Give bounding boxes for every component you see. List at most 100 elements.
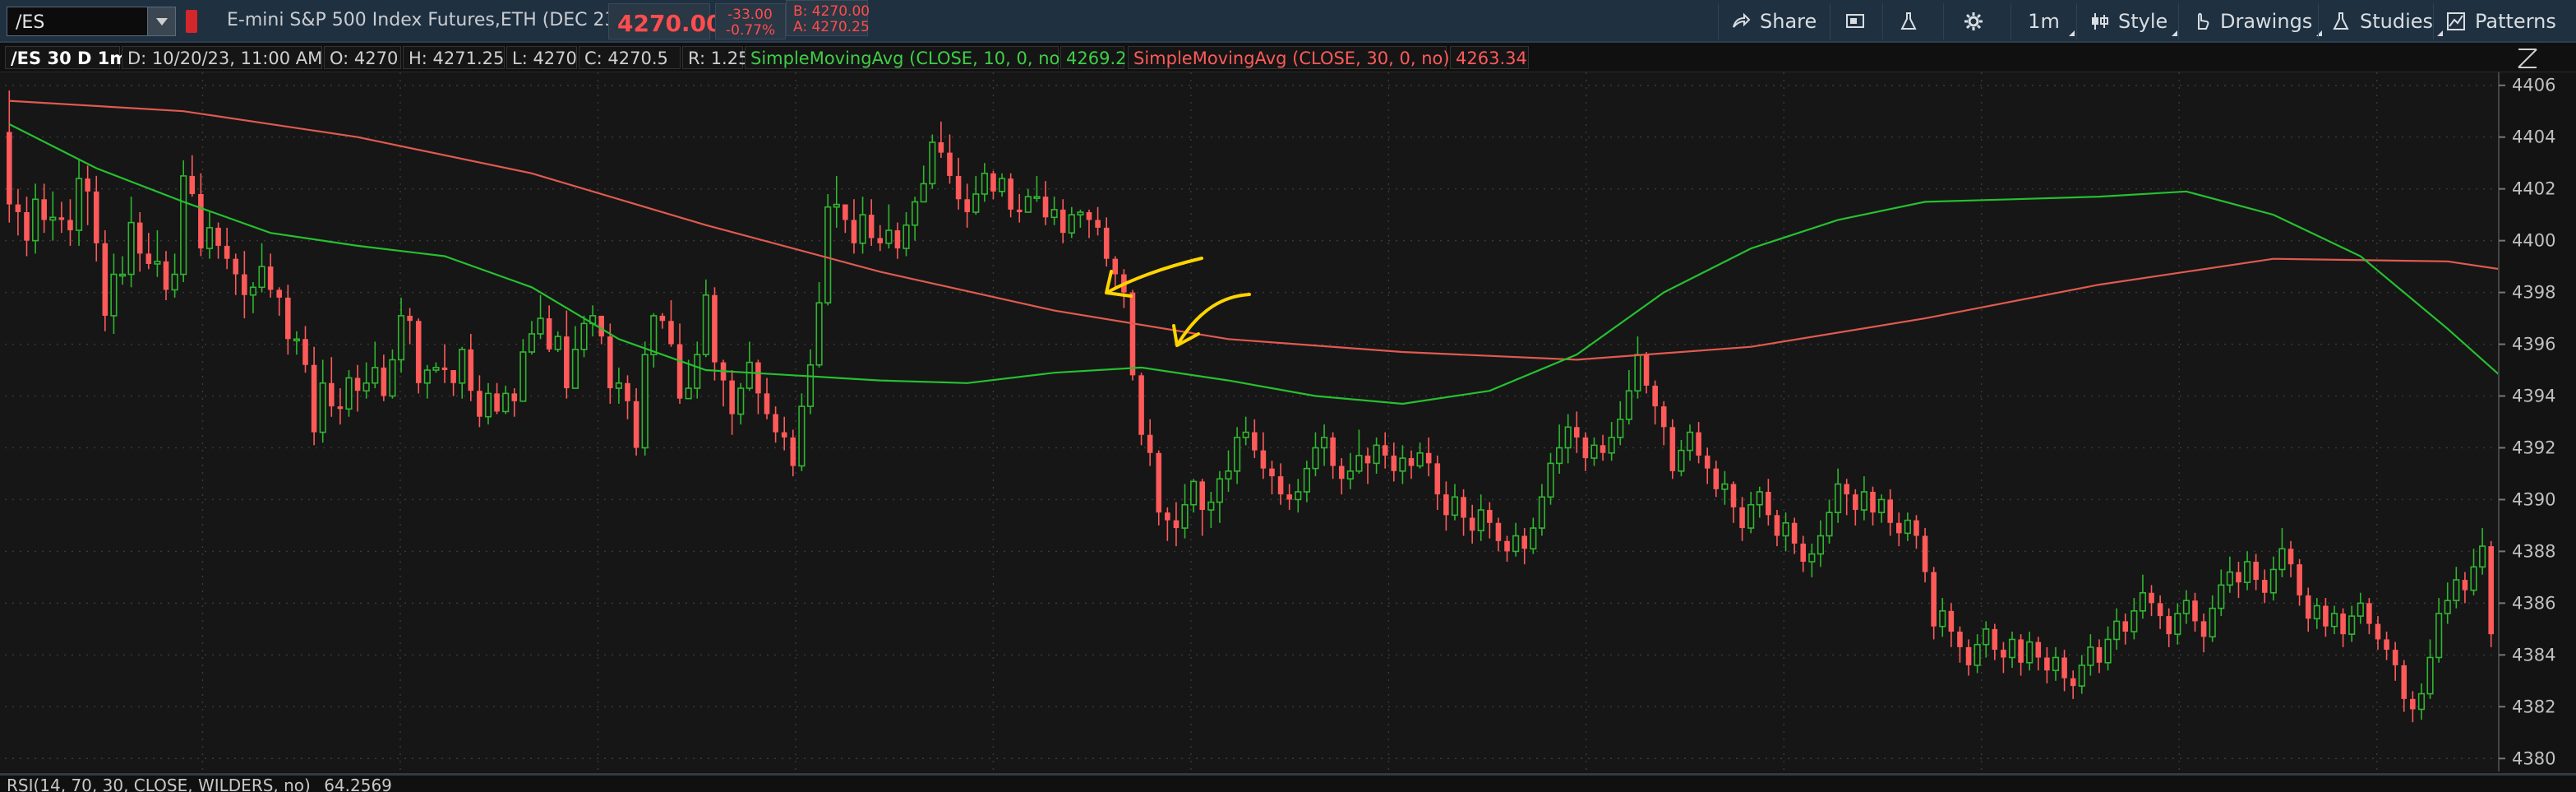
candle-body <box>1242 431 1249 438</box>
candle-body <box>502 392 510 413</box>
share-label: Share <box>1760 10 1817 33</box>
candle-body <box>145 253 152 264</box>
candle-body <box>1165 512 1170 521</box>
candle-body <box>625 382 630 401</box>
candle-body <box>798 405 806 467</box>
candle-body <box>1260 450 1267 469</box>
patterns-label: Patterns <box>2475 10 2556 33</box>
candle-body <box>1181 503 1189 529</box>
candle-body <box>477 391 482 417</box>
bar-high: H: 4271.25 <box>403 46 505 69</box>
candle-body <box>441 367 448 371</box>
candle-body <box>1538 496 1545 529</box>
flag-button[interactable] <box>1830 3 1879 39</box>
candle <box>1129 289 1136 381</box>
candle-body <box>607 336 613 389</box>
candle-body <box>93 191 99 243</box>
rsi-study-label[interactable]: RSI(14, 70, 30, CLOSE, WILDERS, no) 64.2… <box>7 776 392 792</box>
candle-body <box>1095 220 1101 228</box>
candle-body <box>2061 657 2067 679</box>
candle-body <box>2078 665 2085 687</box>
candle-body <box>450 370 456 383</box>
candle-body <box>233 258 239 275</box>
candle-body <box>1791 522 1798 544</box>
price-chart[interactable]: 4406 4404 4402 4400 4398 4396 4394 4392 4390 4388… <box>0 72 2576 771</box>
chart-symbol-timeframe[interactable]: /ES 30 D 1m <box>5 46 127 69</box>
sma10-study-label[interactable]: SimpleMovingAvg (CLOSE, 10, 0, no) <box>745 46 1067 69</box>
candle-body <box>2035 641 2042 658</box>
candle-body <box>2278 548 2286 571</box>
candle-body <box>650 315 658 355</box>
candle-body <box>1138 375 1144 435</box>
candle-body <box>598 315 605 337</box>
candle-body <box>110 273 118 317</box>
sma30-study-label[interactable]: SimpleMovingAvg (CLOSE, 30, 0, no) <box>1128 46 1450 69</box>
candle-body <box>773 414 778 433</box>
candle-body <box>459 349 466 384</box>
bar-open: O: 4270 <box>324 46 401 69</box>
symbol-input[interactable]: /ES <box>7 7 176 36</box>
candle-body <box>571 349 579 389</box>
candle-body <box>2200 621 2207 637</box>
y-tick-label: 4400 <box>2512 231 2555 251</box>
drawings-label: Drawings <box>2220 10 2313 33</box>
candle-body <box>1504 540 1510 552</box>
candle-body <box>746 361 753 389</box>
candle-body <box>1216 478 1224 503</box>
style-label: Style <box>2118 10 2168 33</box>
bid-ask-box: B: 4270.00 A: 4270.25 <box>786 0 870 36</box>
candle-body <box>432 367 440 371</box>
candle-body <box>2122 621 2129 632</box>
candle-body <box>267 266 274 290</box>
candle-body <box>1808 553 1816 563</box>
aggregation-button[interactable]: 1m <box>2010 3 2076 39</box>
candle-body <box>712 294 718 363</box>
candle-body <box>423 369 431 384</box>
price-axis-background <box>2499 72 2576 771</box>
studies-button[interactable]: Studies <box>2318 3 2444 39</box>
candle-body <box>1895 522 1902 534</box>
studies-label: Studies <box>2360 10 2434 33</box>
candle-body <box>615 382 622 389</box>
candle-body <box>1931 572 1937 627</box>
y-tick-label: 4392 <box>2512 438 2555 457</box>
candle-body <box>381 367 387 396</box>
candle-body <box>2209 607 2216 638</box>
candle-body <box>554 336 561 350</box>
style-button[interactable]: Style <box>2076 3 2179 39</box>
candle-body <box>2026 641 2034 664</box>
drawings-button[interactable]: Drawings <box>2178 3 2324 39</box>
candle-body <box>1766 492 1771 516</box>
candle-body <box>806 364 815 407</box>
candle-body <box>2261 580 2268 593</box>
lab-button[interactable] <box>1882 3 1933 39</box>
sma10-study-value: 4269.2 <box>1060 46 1126 69</box>
candle-body <box>2392 650 2398 665</box>
patterns-button[interactable]: Patterns <box>2433 3 2576 39</box>
candle-body <box>2426 656 2434 695</box>
candle-body <box>2375 623 2381 640</box>
candle-body <box>180 175 187 276</box>
link-group-icon[interactable] <box>186 10 197 33</box>
candle-body <box>2269 568 2277 594</box>
bid-price: B: 4270.00 <box>793 3 870 20</box>
candle-body <box>484 392 492 418</box>
pointer-hand-icon <box>2191 11 2212 32</box>
candle-body <box>1364 455 1371 464</box>
candle-body <box>737 387 745 415</box>
settings-button[interactable] <box>1943 3 2002 39</box>
candle-body <box>1033 196 1041 199</box>
price-axis[interactable]: 4406 4404 4402 4400 4398 4396 4394 4392 4390 4388… <box>2498 72 2576 771</box>
candle-body <box>372 367 379 384</box>
collapse-icon[interactable] <box>2515 46 2540 71</box>
symbol-dropdown-button[interactable] <box>147 7 175 35</box>
candle-body <box>2287 549 2294 565</box>
candlestick-chart-svg[interactable]: 4406 4404 4402 4400 4398 4396 4394 4392 4390 4388… <box>0 72 2576 771</box>
candle-body <box>1590 444 1598 459</box>
candle-body <box>955 175 962 200</box>
candle-body <box>1434 463 1441 495</box>
candle-body <box>1669 427 1676 471</box>
share-button[interactable]: Share <box>1718 3 1828 39</box>
flask-icon <box>1898 11 1919 32</box>
candle-body <box>1443 494 1449 516</box>
